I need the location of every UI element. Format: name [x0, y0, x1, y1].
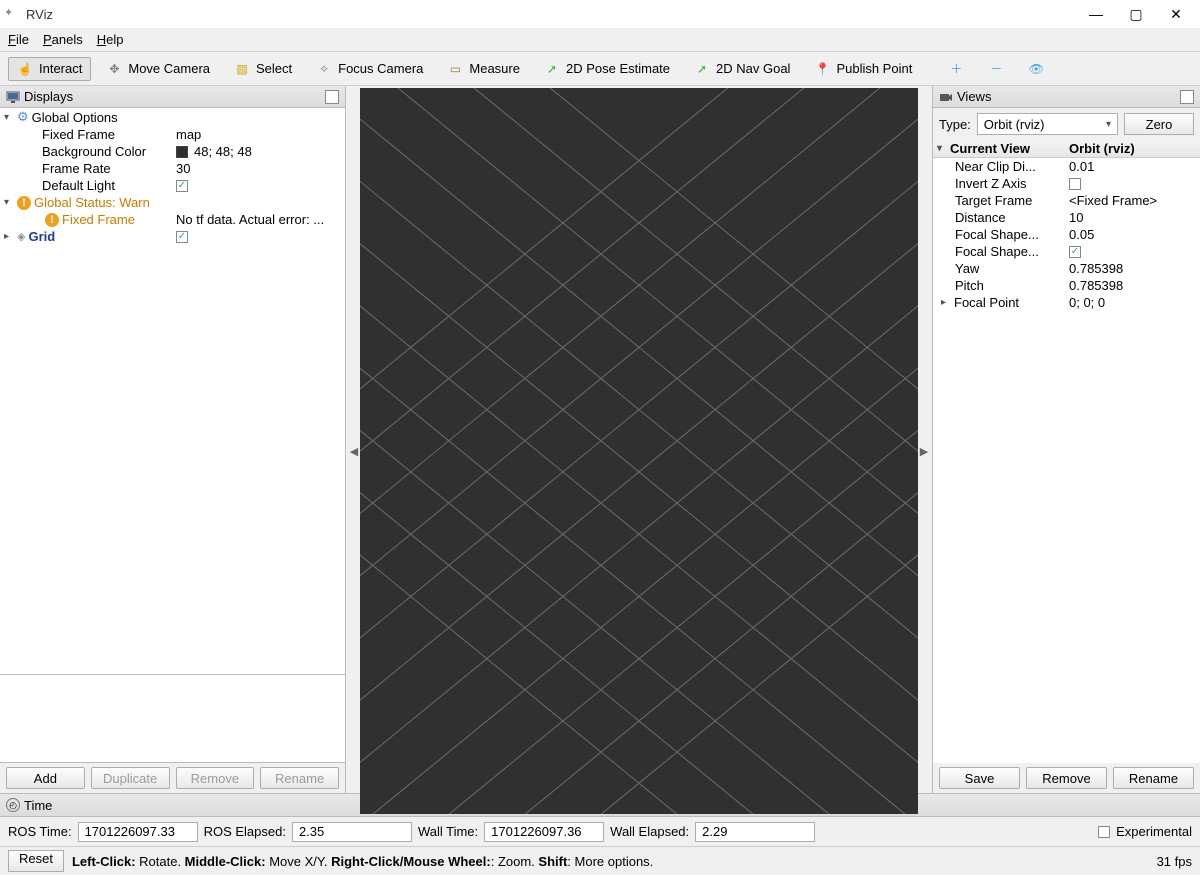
wall-time-label: Wall Time:	[418, 824, 478, 839]
3d-viewport[interactable]	[360, 88, 918, 814]
rviz-icon: ✦	[4, 6, 20, 22]
eye-icon: 👁	[1028, 61, 1044, 77]
tool-add-display[interactable]: ＋	[939, 57, 973, 81]
tree-expand-icon[interactable]: ▸	[4, 231, 14, 242]
views-panel-header[interactable]: Views	[933, 86, 1200, 108]
target-frame-value[interactable]: <Fixed Frame>	[1065, 192, 1200, 209]
yaw-value[interactable]: 0.785398	[1065, 260, 1200, 277]
left-splitter-handle[interactable]: ◀	[348, 88, 360, 814]
reset-button[interactable]: Reset	[8, 850, 64, 872]
grid-checkbox[interactable]: ✓	[176, 231, 188, 243]
displays-panel-header[interactable]: Displays	[0, 86, 345, 108]
arrow-green-icon: ➚	[694, 61, 710, 77]
warn-icon: !	[45, 213, 59, 227]
type-label: Type:	[939, 117, 971, 132]
wall-elapsed-label: Wall Elapsed:	[610, 824, 689, 839]
tree-collapse-icon[interactable]: ▾	[937, 143, 947, 154]
fixed-frame-value[interactable]: map	[172, 126, 345, 143]
warn-icon: !	[17, 196, 31, 210]
color-swatch	[176, 146, 188, 158]
status-fixed-frame-value: No tf data. Actual error: ...	[172, 211, 345, 228]
panel-float-toggle[interactable]	[325, 90, 339, 104]
save-view-button[interactable]: Save	[939, 767, 1020, 789]
description-pane	[0, 675, 345, 763]
toolbar: ☝ Interact ✥ Move Camera ▧ Select ✧ Focu…	[0, 52, 1200, 86]
wall-elapsed-input[interactable]	[695, 822, 815, 842]
rename-view-button[interactable]: Rename	[1113, 767, 1194, 789]
ros-elapsed-label: ROS Elapsed:	[204, 824, 286, 839]
view-type-select[interactable]: Orbit (rviz)▾	[977, 113, 1118, 135]
ros-time-label: ROS Time:	[8, 824, 72, 839]
views-panel: Views Type: Orbit (rviz)▾ Zero ▾Current …	[932, 86, 1200, 793]
displays-tree[interactable]: ▾⚙Global Options Fixed Frame map Backgro…	[0, 108, 345, 675]
status-bar: Reset Left-Click: Rotate. Middle-Click: …	[0, 847, 1200, 875]
views-tree[interactable]: ▾Current View Orbit (rviz) Near Clip Di.…	[933, 140, 1200, 763]
camera-icon	[939, 90, 953, 104]
panel-float-toggle[interactable]	[1180, 90, 1194, 104]
add-button[interactable]: Add	[6, 767, 85, 789]
experimental-label: Experimental	[1116, 824, 1192, 839]
tool-focus-camera[interactable]: ✧ Focus Camera	[307, 57, 432, 81]
tool-remove-display[interactable]: －	[979, 57, 1013, 81]
focal-fixed-checkbox[interactable]: ✓	[1069, 246, 1081, 258]
status-hint: Left-Click: Rotate. Middle-Click: Move X…	[72, 854, 653, 869]
tree-collapse-icon[interactable]: ▾	[4, 197, 14, 208]
remove-view-button[interactable]: Remove	[1026, 767, 1107, 789]
grid-mesh-icon: ◈	[17, 230, 25, 243]
chevron-down-icon: ▾	[1106, 119, 1111, 130]
menu-file[interactable]: File	[8, 32, 29, 47]
tree-collapse-icon[interactable]: ▾	[4, 112, 14, 123]
menu-help[interactable]: Help	[97, 32, 124, 47]
invert-z-checkbox[interactable]	[1069, 178, 1081, 190]
tool-2d-pose-estimate[interactable]: ➚ 2D Pose Estimate	[535, 57, 679, 81]
clock-icon: ◴	[6, 798, 20, 812]
tool-select[interactable]: ▧ Select	[225, 57, 301, 81]
hand-icon: ☝	[17, 61, 33, 77]
select-icon: ▧	[234, 61, 250, 77]
pin-icon: 📍	[814, 61, 830, 77]
minimize-button[interactable]: —	[1076, 0, 1116, 28]
tool-measure[interactable]: ▭ Measure	[438, 57, 529, 81]
default-light-checkbox[interactable]: ✓	[176, 180, 188, 192]
fps-counter: 31 fps	[1157, 854, 1192, 869]
menu-panels[interactable]: Panels	[43, 32, 83, 47]
distance-value[interactable]: 10	[1065, 209, 1200, 226]
tool-publish-point[interactable]: 📍 Publish Point	[805, 57, 921, 81]
focal-point-value[interactable]: 0; 0; 0	[1065, 294, 1200, 311]
maximize-button[interactable]: ▢	[1116, 0, 1156, 28]
zero-button[interactable]: Zero	[1124, 113, 1194, 135]
ros-elapsed-input[interactable]	[292, 822, 412, 842]
experimental-checkbox[interactable]	[1098, 826, 1110, 838]
minus-icon: －	[988, 61, 1004, 77]
background-color-value[interactable]: 48; 48; 48	[172, 143, 345, 160]
tool-interact[interactable]: ☝ Interact	[8, 57, 91, 81]
move-icon: ✥	[106, 61, 122, 77]
ros-time-input[interactable]	[78, 822, 198, 842]
plus-icon: ＋	[948, 61, 964, 77]
remove-button[interactable]: Remove	[176, 767, 255, 789]
arrow-green-icon: ➚	[544, 61, 560, 77]
rename-button[interactable]: Rename	[260, 767, 339, 789]
tree-expand-icon[interactable]: ▸	[941, 297, 951, 308]
focal-size-value[interactable]: 0.05	[1065, 226, 1200, 243]
tool-move-camera[interactable]: ✥ Move Camera	[97, 57, 219, 81]
menu-bar: File Panels Help	[0, 28, 1200, 52]
ruler-icon: ▭	[447, 61, 463, 77]
monitor-icon	[6, 90, 20, 104]
wall-time-input[interactable]	[484, 822, 604, 842]
pitch-value[interactable]: 0.785398	[1065, 277, 1200, 294]
right-splitter-handle[interactable]: ▶	[918, 88, 930, 814]
tool-2d-nav-goal[interactable]: ➚ 2D Nav Goal	[685, 57, 799, 81]
window-title: RViz	[26, 7, 1076, 22]
close-button[interactable]: ✕	[1156, 0, 1196, 28]
tool-visibility[interactable]: 👁	[1019, 57, 1053, 81]
near-clip-value[interactable]: 0.01	[1065, 158, 1200, 175]
gear-icon: ⚙	[17, 109, 29, 125]
frame-rate-value[interactable]: 30	[172, 160, 345, 177]
window-titlebar: ✦ RViz — ▢ ✕	[0, 0, 1200, 28]
time-row: ROS Time: ROS Elapsed: Wall Time: Wall E…	[0, 817, 1200, 847]
focus-icon: ✧	[316, 61, 332, 77]
displays-panel: Displays ▾⚙Global Options Fixed Frame ma…	[0, 86, 346, 793]
duplicate-button[interactable]: Duplicate	[91, 767, 170, 789]
